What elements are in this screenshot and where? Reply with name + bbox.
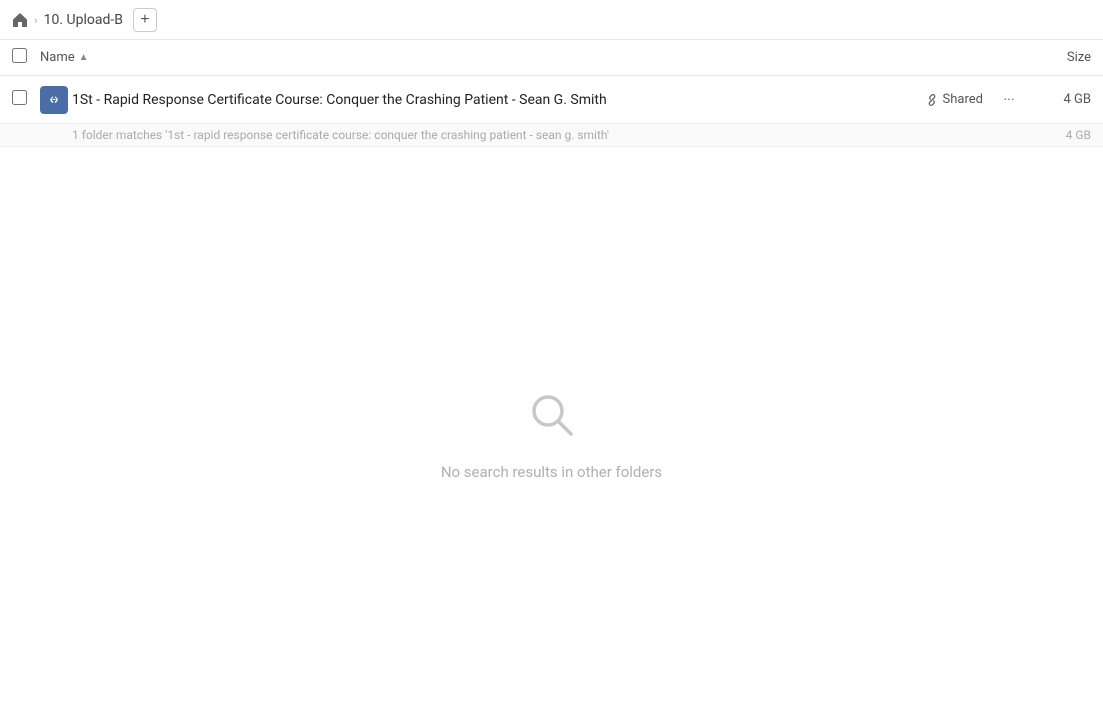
file-icon-col <box>40 86 72 114</box>
home-breadcrumb[interactable] <box>12 12 28 28</box>
ellipsis-icon: ··· <box>1004 92 1015 108</box>
main-content: 1St - Rapid Response Certificate Course:… <box>0 76 1103 720</box>
column-header: Name ▲ Size <box>0 40 1103 76</box>
folder-link-icon <box>46 92 62 108</box>
file-checkbox-col <box>12 90 40 109</box>
size-column-header: Size <box>1031 50 1091 65</box>
file-checkbox[interactable] <box>12 90 27 105</box>
add-button[interactable]: + <box>133 8 157 32</box>
link-icon <box>925 93 939 107</box>
breadcrumb-current: 10. Upload-B <box>44 12 123 28</box>
shared-label: Shared <box>943 92 983 107</box>
no-results-text: No search results in other folders <box>441 463 662 481</box>
file-name: 1St - Rapid Response Certificate Course:… <box>72 92 925 108</box>
file-row[interactable]: 1St - Rapid Response Certificate Course:… <box>0 76 1103 124</box>
breadcrumb-chevron: › <box>34 13 38 27</box>
more-options-button[interactable]: ··· <box>995 86 1023 114</box>
name-column-header[interactable]: Name ▲ <box>40 50 1031 65</box>
folder-icon <box>40 86 68 114</box>
file-size: 4 GB <box>1031 92 1091 107</box>
select-all-checkbox[interactable] <box>12 48 27 63</box>
no-results-icon <box>524 387 580 447</box>
match-row: 1 folder matches '1st - rapid response c… <box>0 124 1103 147</box>
match-text: 1 folder matches '1st - rapid response c… <box>72 128 1031 142</box>
match-size: 4 GB <box>1031 128 1091 142</box>
sort-arrow-icon: ▲ <box>79 52 89 63</box>
shared-badge: Shared <box>925 92 983 107</box>
top-bar: › 10. Upload-B + <box>0 0 1103 40</box>
header-checkbox-col <box>12 48 40 67</box>
empty-state: No search results in other folders <box>0 147 1103 720</box>
